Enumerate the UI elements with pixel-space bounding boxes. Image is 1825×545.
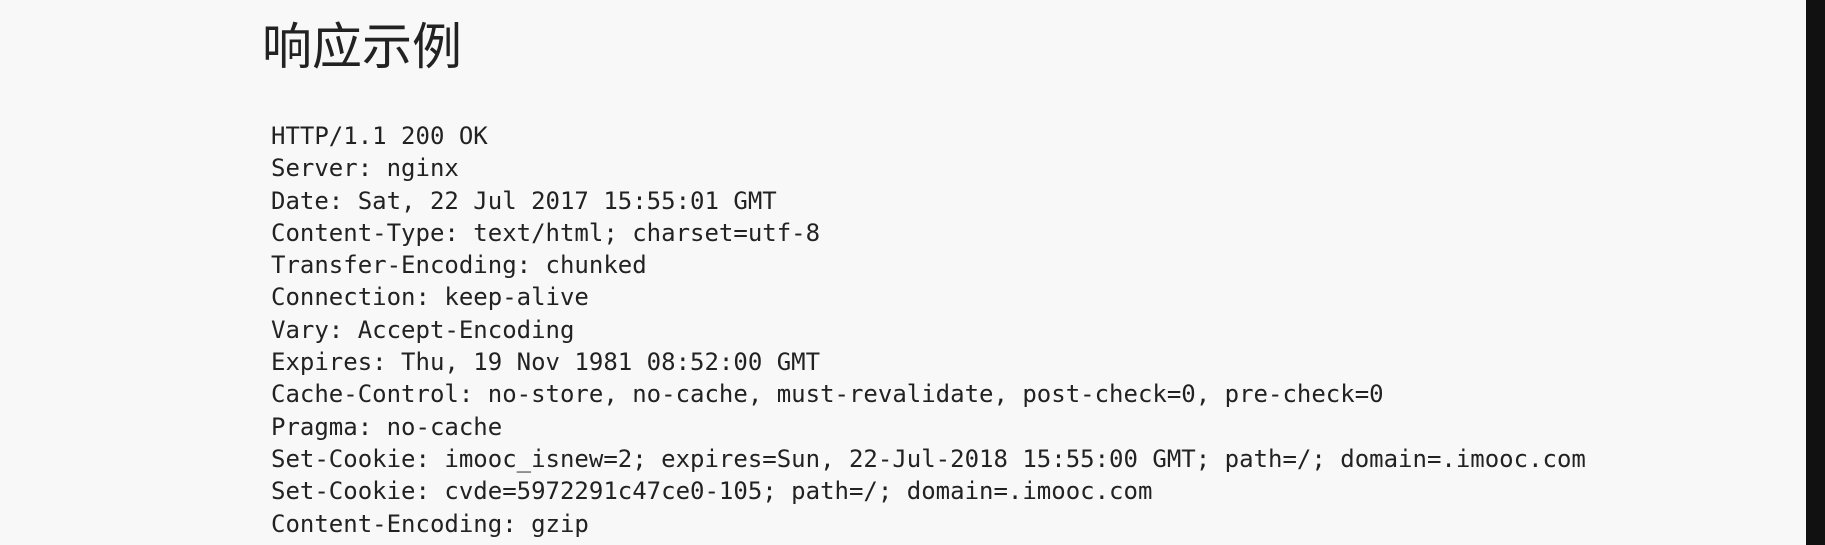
http-response-example: HTTP/1.1 200 OK Server: nginx Date: Sat, 2… [271, 120, 1586, 540]
response-line-set-cookie-cvde: Set-Cookie: cvde=5972291c47ce0-105; path… [271, 477, 1153, 506]
response-line-status: HTTP/1.1 200 OK [271, 122, 488, 150]
response-line-pragma: Pragma: no-cache [271, 412, 503, 441]
response-line-expires: Expires: Thu, 19 Nov 1981 08:52:00 GMT [271, 348, 821, 377]
response-line-connection: Connection: keep-alive [271, 283, 589, 312]
slide-title: 响应示例 [262, 18, 462, 76]
response-line-content-encoding: Content-Encoding: gzip [271, 509, 589, 538]
response-line-server: Server: nginx [271, 154, 459, 183]
right-edge-border [1806, 0, 1825, 545]
response-line-date: Date: Sat, 22 Jul 2017 15:55:01 GMT [271, 186, 777, 215]
response-line-vary: Vary: Accept-Encoding [271, 315, 575, 344]
response-line-cache-control: Cache-Control: no-store, no-cache, must-… [271, 380, 1384, 409]
slide: 响应示例 HTTP/1.1 200 OK Server: nginx Date: S… [0, 0, 1806, 545]
response-line-set-cookie-isnew: Set-Cookie: imooc_isnew=2; expires=Sun, … [271, 444, 1586, 473]
response-line-content-type: Content-Type: text/html; charset=utf-8 [271, 218, 821, 247]
response-line-transfer-encoding: Transfer-Encoding: chunked [271, 251, 647, 280]
